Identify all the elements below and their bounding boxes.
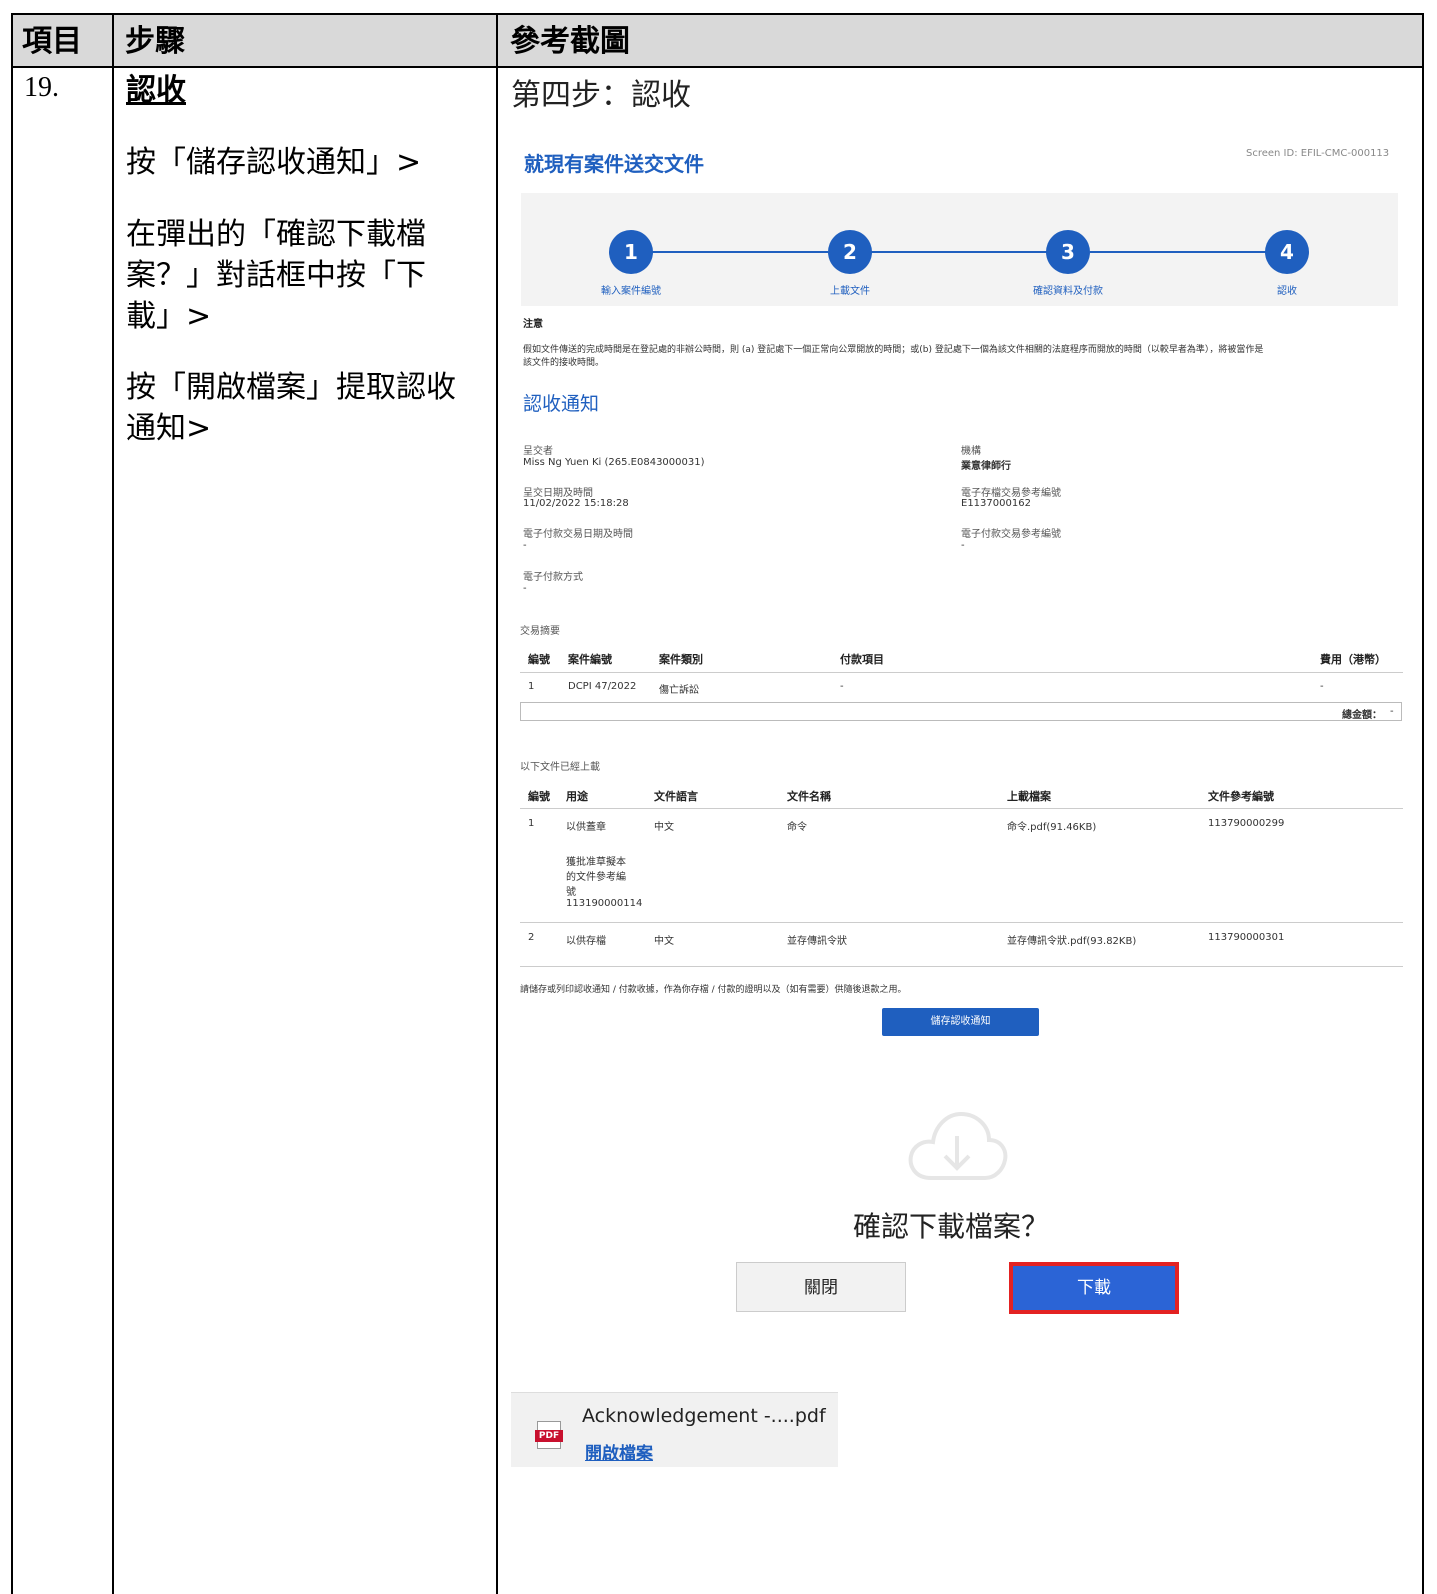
doc1-extra-3: 號 [566, 887, 576, 898]
step-instruction-2: 在彈出的「確認下載檔案？」對話框中按「下載」> [126, 217, 426, 334]
table-col-divider-1 [112, 13, 114, 1594]
note-text-1: 假如文件傳送的完成時間是在登記處的非辦公時間，則 (a) 登記處下一個正常向公眾… [523, 345, 1264, 355]
dialog-title: 確認下載檔案？ [853, 1210, 1050, 1243]
doc1-purpose: 以供蓋章 [566, 822, 606, 833]
ack-heading: 認收通知 [523, 393, 600, 415]
org-label: 機構 [961, 446, 981, 457]
efile-ref-value: E1137000162 [961, 498, 1031, 509]
doc2-name: 並存傳訊令狀 [787, 936, 847, 947]
doc-header-name: 文件名稱 [787, 790, 831, 803]
table-col-divider-2 [496, 13, 498, 1594]
step-circle-1: 1 [609, 230, 653, 274]
submitter-value: Miss Ng Yuen Ki (265.E0843000031) [523, 457, 705, 468]
table-border-right [1422, 13, 1424, 1594]
epay-datetime-label: 電子付款交易日期及時間 [523, 529, 633, 540]
doc1-extra-2: 的文件參考編 [566, 872, 626, 883]
doc-bottom-rule [520, 966, 1403, 967]
step-label-2: 上載文件 [830, 286, 870, 297]
doc2-purpose: 以供存檔 [566, 936, 606, 947]
screen-id: Screen ID: EFIL-CMC-000113 [1246, 148, 1390, 159]
table-border-top [11, 13, 1424, 15]
pdf-badge: PDF [535, 1430, 563, 1442]
table-border-left [11, 13, 13, 1594]
doc-header-purpose: 用途 [566, 790, 588, 803]
txn-cell-item: - [840, 681, 844, 692]
step-circle-4: 4 [1265, 230, 1309, 274]
doc1-no: 1 [528, 818, 535, 829]
txn-header-rule [520, 672, 1403, 673]
txn-header-item: 付款項目 [840, 653, 884, 666]
submit-datetime-label: 呈交日期及時間 [523, 488, 593, 499]
step-circle-3: 3 [1046, 230, 1090, 274]
doc-header-rule [520, 808, 1403, 809]
doc-header-ref: 文件參考編號 [1208, 790, 1274, 803]
download-filename: Acknowledgement -....pdf [582, 1405, 826, 1427]
header-steps: 步驟 [125, 24, 185, 59]
txn-cell-case-type: 傷亡訴訟 [659, 685, 699, 696]
epay-ref-value: - [961, 540, 965, 551]
doc2-no: 2 [528, 932, 535, 943]
efile-ref-label: 電子存檔交易參考編號 [961, 488, 1061, 499]
epay-datetime-value: - [523, 540, 527, 551]
doc2-language: 中文 [654, 936, 674, 947]
txn-header-no: 編號 [528, 653, 550, 666]
step-circle-2: 2 [828, 230, 872, 274]
epay-method-label: 電子付款方式 [523, 572, 583, 583]
txn-header-case-no: 案件編號 [568, 653, 612, 666]
table-header-background [11, 13, 1424, 66]
note-label: 注意 [523, 319, 543, 330]
doc1-name: 命令 [787, 822, 807, 833]
doc1-file[interactable]: 命令.pdf(91.46KB) [1007, 818, 1096, 833]
submit-datetime-value: 11/02/2022 15:18:28 [523, 498, 629, 509]
step-label-1: 輸入案件編號 [601, 286, 661, 297]
txn-header-case-type: 案件類別 [659, 653, 703, 666]
stepper-line-2 [871, 251, 1047, 253]
doc-row-rule [520, 922, 1403, 923]
txn-total-box [520, 702, 1402, 721]
header-item: 項目 [22, 24, 82, 59]
txn-total-label: 總金額： [1342, 710, 1382, 721]
txn-header-fee: 費用（港幣） [1320, 653, 1386, 666]
stepper-line-3 [1090, 251, 1266, 253]
doc1-extra-1: 獲批准草擬本 [566, 857, 626, 868]
cloud-download-icon [908, 1111, 1008, 1180]
submitter-label: 呈交者 [523, 446, 553, 457]
step-title: 認收 [126, 73, 186, 108]
doc-header-language: 文件語言 [654, 790, 698, 803]
dialog-close-button[interactable]: 關閉 [736, 1262, 906, 1312]
header-screenshot: 參考截圖 [510, 24, 630, 59]
doc-header-file: 上載檔案 [1007, 790, 1051, 803]
txn-total-value: - [1390, 706, 1394, 717]
org-value: 業意律師行 [961, 461, 1011, 472]
screenshot-caption: 第四步：認收 [511, 78, 691, 113]
page-title: 就現有案件送交文件 [524, 152, 704, 176]
stepper-line-1 [652, 251, 828, 253]
save-note: 請儲存或列印認收通知 / 付款收據，作為你存檔 / 付款的證明以及（如有需要）供… [520, 985, 907, 995]
txn-cell-no: 1 [528, 681, 535, 692]
doc1-ref: 113790000299 [1208, 818, 1285, 829]
txn-summary-label: 交易摘要 [520, 626, 560, 637]
table-header-divider [11, 66, 1424, 68]
step-label-4: 認收 [1277, 286, 1297, 297]
epay-ref-label: 電子付款交易參考編號 [961, 529, 1061, 540]
step-instruction-1: 按「儲存認收通知」> [126, 145, 422, 180]
epay-method-value: - [523, 583, 527, 594]
step-label-3: 確認資料及付款 [1033, 286, 1103, 297]
step-instruction-3: 按「開啟檔案」提取認收通知> [126, 370, 456, 446]
txn-cell-case-no: DCPI 47/2022 [568, 681, 637, 692]
doc-header-no: 編號 [528, 790, 550, 803]
save-acknowledgement-button[interactable]: 儲存認收通知 [882, 1008, 1039, 1036]
txn-cell-fee: - [1320, 681, 1324, 692]
uploaded-label: 以下文件已經上載 [520, 762, 600, 773]
doc1-language: 中文 [654, 822, 674, 833]
doc2-file[interactable]: 並存傳訊令狀.pdf(93.82KB) [1007, 932, 1136, 947]
item-number: 19. [24, 72, 59, 103]
doc2-ref: 113790000301 [1208, 932, 1285, 943]
doc1-extra-4: 113190000114 [566, 898, 643, 909]
dialog-download-button[interactable]: 下載 [1009, 1262, 1179, 1314]
open-file-link[interactable]: 開啟檔案 [585, 1439, 653, 1464]
note-text-2: 該文件的接收時間。 [523, 358, 605, 368]
